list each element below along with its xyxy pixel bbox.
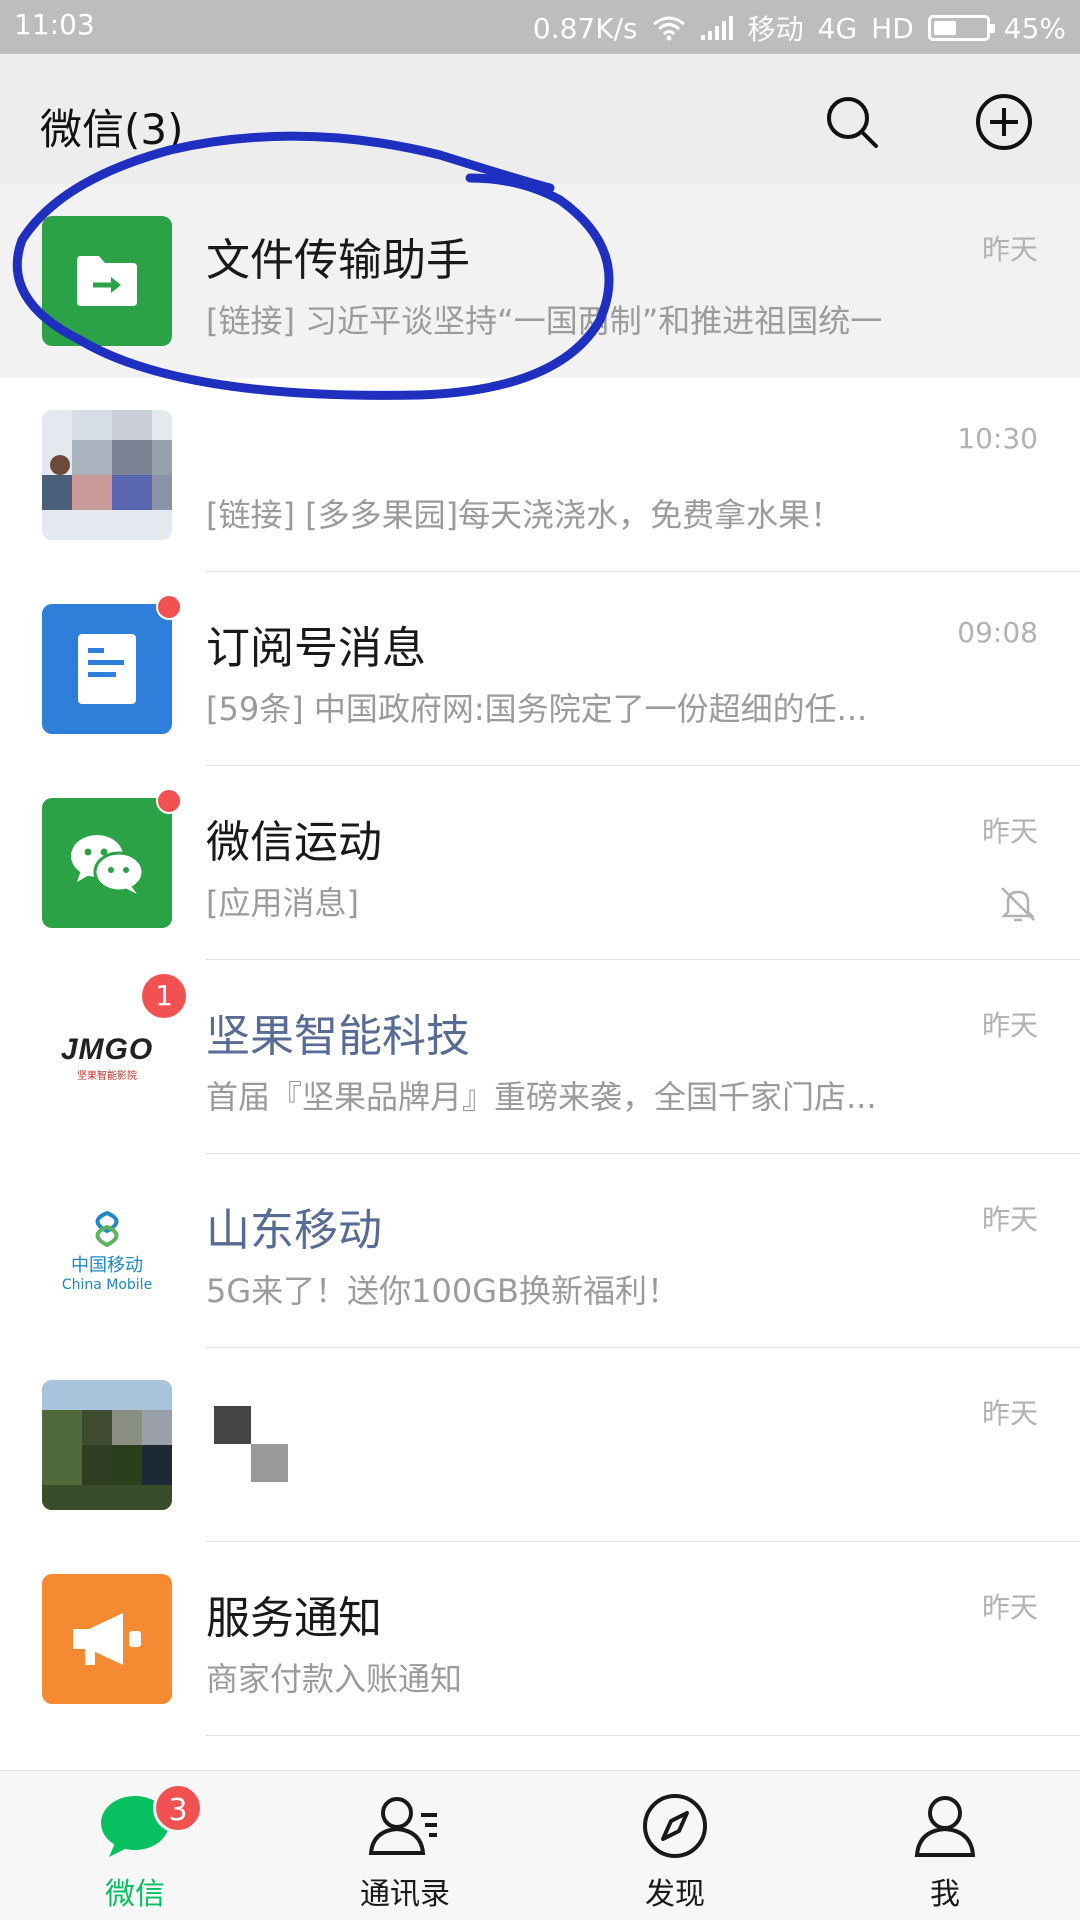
pixelated-avatar	[42, 410, 172, 540]
avatar	[42, 594, 182, 734]
tab-chats[interactable]: 3 微信	[0, 1771, 270, 1920]
chat-time: 昨天	[981, 1397, 1038, 1430]
compass-icon	[643, 1794, 707, 1858]
unread-dot	[156, 788, 182, 814]
person-icon	[914, 1796, 976, 1857]
tab-me[interactable]: 我	[810, 1771, 1080, 1920]
folder-arrow-icon	[77, 256, 137, 306]
tab-label: 微信	[105, 1877, 165, 1912]
unread-dot	[156, 594, 182, 620]
avatar	[42, 788, 182, 928]
chat-row-service-notice[interactable]: 服务通知 商家付款入账通知 昨天	[0, 1542, 1080, 1736]
chat-row-file-transfer[interactable]: 文件传输助手 [链接] 习近平谈坚持“一国两制”和推进祖国统一 昨天	[0, 184, 1080, 378]
avatar: 中国移动 China Mobile	[42, 1186, 172, 1316]
jmgo-logo: JMGO	[60, 1032, 154, 1066]
chat-row-werun[interactable]: 微信运动 [应用消息] 昨天	[0, 766, 1080, 960]
chat-row-jmgo[interactable]: JMGO 坚果智能影院 1 坚果智能科技 首届『坚果品牌月』重磅来袭，全国千家门…	[0, 960, 1080, 1154]
chat-time: 昨天	[981, 1009, 1038, 1042]
jmgo-logo-sub: 坚果智能影院	[77, 1070, 137, 1082]
chat-name: 坚果智能科技	[206, 1011, 470, 1062]
status-bar: 11:03 0.87K/s 移动 4G HD 45%	[0, 0, 1080, 54]
avatar	[42, 1380, 172, 1510]
china-mobile-logo-text: 中国移动	[71, 1255, 143, 1276]
status-time: 11:03	[14, 8, 95, 41]
network-label: 4G	[817, 11, 858, 45]
chat-time: 09:08	[957, 616, 1038, 649]
tab-discover[interactable]: 发现	[540, 1771, 810, 1920]
chat-name: 山东移动	[206, 1205, 382, 1256]
redacted-name-blocks	[214, 1406, 288, 1482]
chat-preview: [链接] [多多果园]每天浇浇水，免费拿水果！	[206, 496, 843, 534]
search-icon[interactable]	[822, 92, 882, 152]
tab-badge: 3	[153, 1783, 203, 1833]
battery-fill	[933, 21, 957, 35]
avatar: JMGO 坚果智能影院 1	[42, 974, 186, 1122]
status-right: 0.87K/s 移动 4G HD 45%	[533, 8, 1066, 48]
signal-icon	[700, 16, 733, 40]
tab-label: 发现	[645, 1877, 705, 1912]
battery-icon	[927, 15, 995, 41]
tab-label: 通讯录	[360, 1877, 450, 1912]
chat-time: 昨天	[981, 815, 1038, 848]
china-mobile-logo-icon	[95, 1210, 119, 1248]
chat-preview: 首届『坚果品牌月』重磅来袭，全国千家门店...	[206, 1078, 877, 1116]
contacts-icon	[368, 1797, 437, 1855]
chat-row-obscured-2[interactable]: 昨天	[0, 1348, 1080, 1542]
mute-bell-icon	[1000, 887, 1036, 922]
chat-preview: 商家付款入账通知	[206, 1660, 463, 1698]
document-icon	[78, 634, 136, 704]
net-speed: 0.87K/s	[532, 11, 638, 45]
tab-label: 我	[930, 1877, 960, 1912]
chat-preview: 5G来了！送你100GB换新福利！	[206, 1272, 679, 1310]
battery-percent: 45%	[1003, 11, 1066, 45]
megaphone-icon	[73, 1613, 141, 1665]
chat-preview: [应用消息]	[206, 884, 359, 922]
row-divider	[206, 1735, 1080, 1736]
chat-row-subscriptions[interactable]: 订阅号消息 [59条] 中国政府网:国务院定了一份超细的任... 09:08	[0, 572, 1080, 766]
tab-contacts[interactable]: 通讯录	[270, 1771, 540, 1920]
china-mobile-logo-sub: China Mobile	[61, 1277, 153, 1293]
chat-time: 昨天	[981, 1203, 1038, 1236]
avatar	[42, 1574, 172, 1704]
carrier-label: 移动	[747, 13, 804, 46]
chat-list: 文件传输助手 [链接] 习近平谈坚持“一国两制”和推进祖国统一 昨天 [链接] …	[0, 184, 1080, 1736]
chat-name: 订阅号消息	[206, 623, 426, 674]
chat-name: 文件传输助手	[206, 235, 470, 286]
chat-name: 服务通知	[206, 1593, 382, 1644]
avatar	[42, 216, 172, 346]
chat-preview: [链接] 习近平谈坚持“一国两制”和推进祖国统一	[206, 302, 883, 340]
avatar	[42, 410, 172, 540]
pixelated-avatar	[42, 1380, 172, 1510]
wechat-bubbles-icon	[71, 835, 145, 894]
chat-time: 昨天	[981, 1591, 1038, 1624]
page-title: 微信(3)	[40, 105, 184, 154]
chat-time: 10:30	[957, 422, 1038, 455]
app-header: 微信(3)	[0, 54, 1080, 184]
chat-time: 昨天	[981, 233, 1038, 266]
bottom-tab-bar: 3 微信 通讯录 发现 我	[0, 1770, 1080, 1920]
plus-circle-icon[interactable]	[974, 92, 1034, 152]
hd-label: HD	[871, 11, 914, 45]
chat-preview: [59条] 中国政府网:国务院定了一份超细的任...	[206, 690, 868, 728]
wifi-icon	[652, 16, 685, 41]
chat-name: 微信运动	[206, 817, 382, 868]
chat-row-obscured-1[interactable]: [链接] [多多果园]每天浇浇水，免费拿水果！ 10:30	[0, 378, 1080, 572]
chat-row-china-mobile[interactable]: 中国移动 China Mobile 山东移动 5G来了！送你100GB换新福利！…	[0, 1154, 1080, 1348]
unread-badge: 1	[142, 974, 186, 1018]
